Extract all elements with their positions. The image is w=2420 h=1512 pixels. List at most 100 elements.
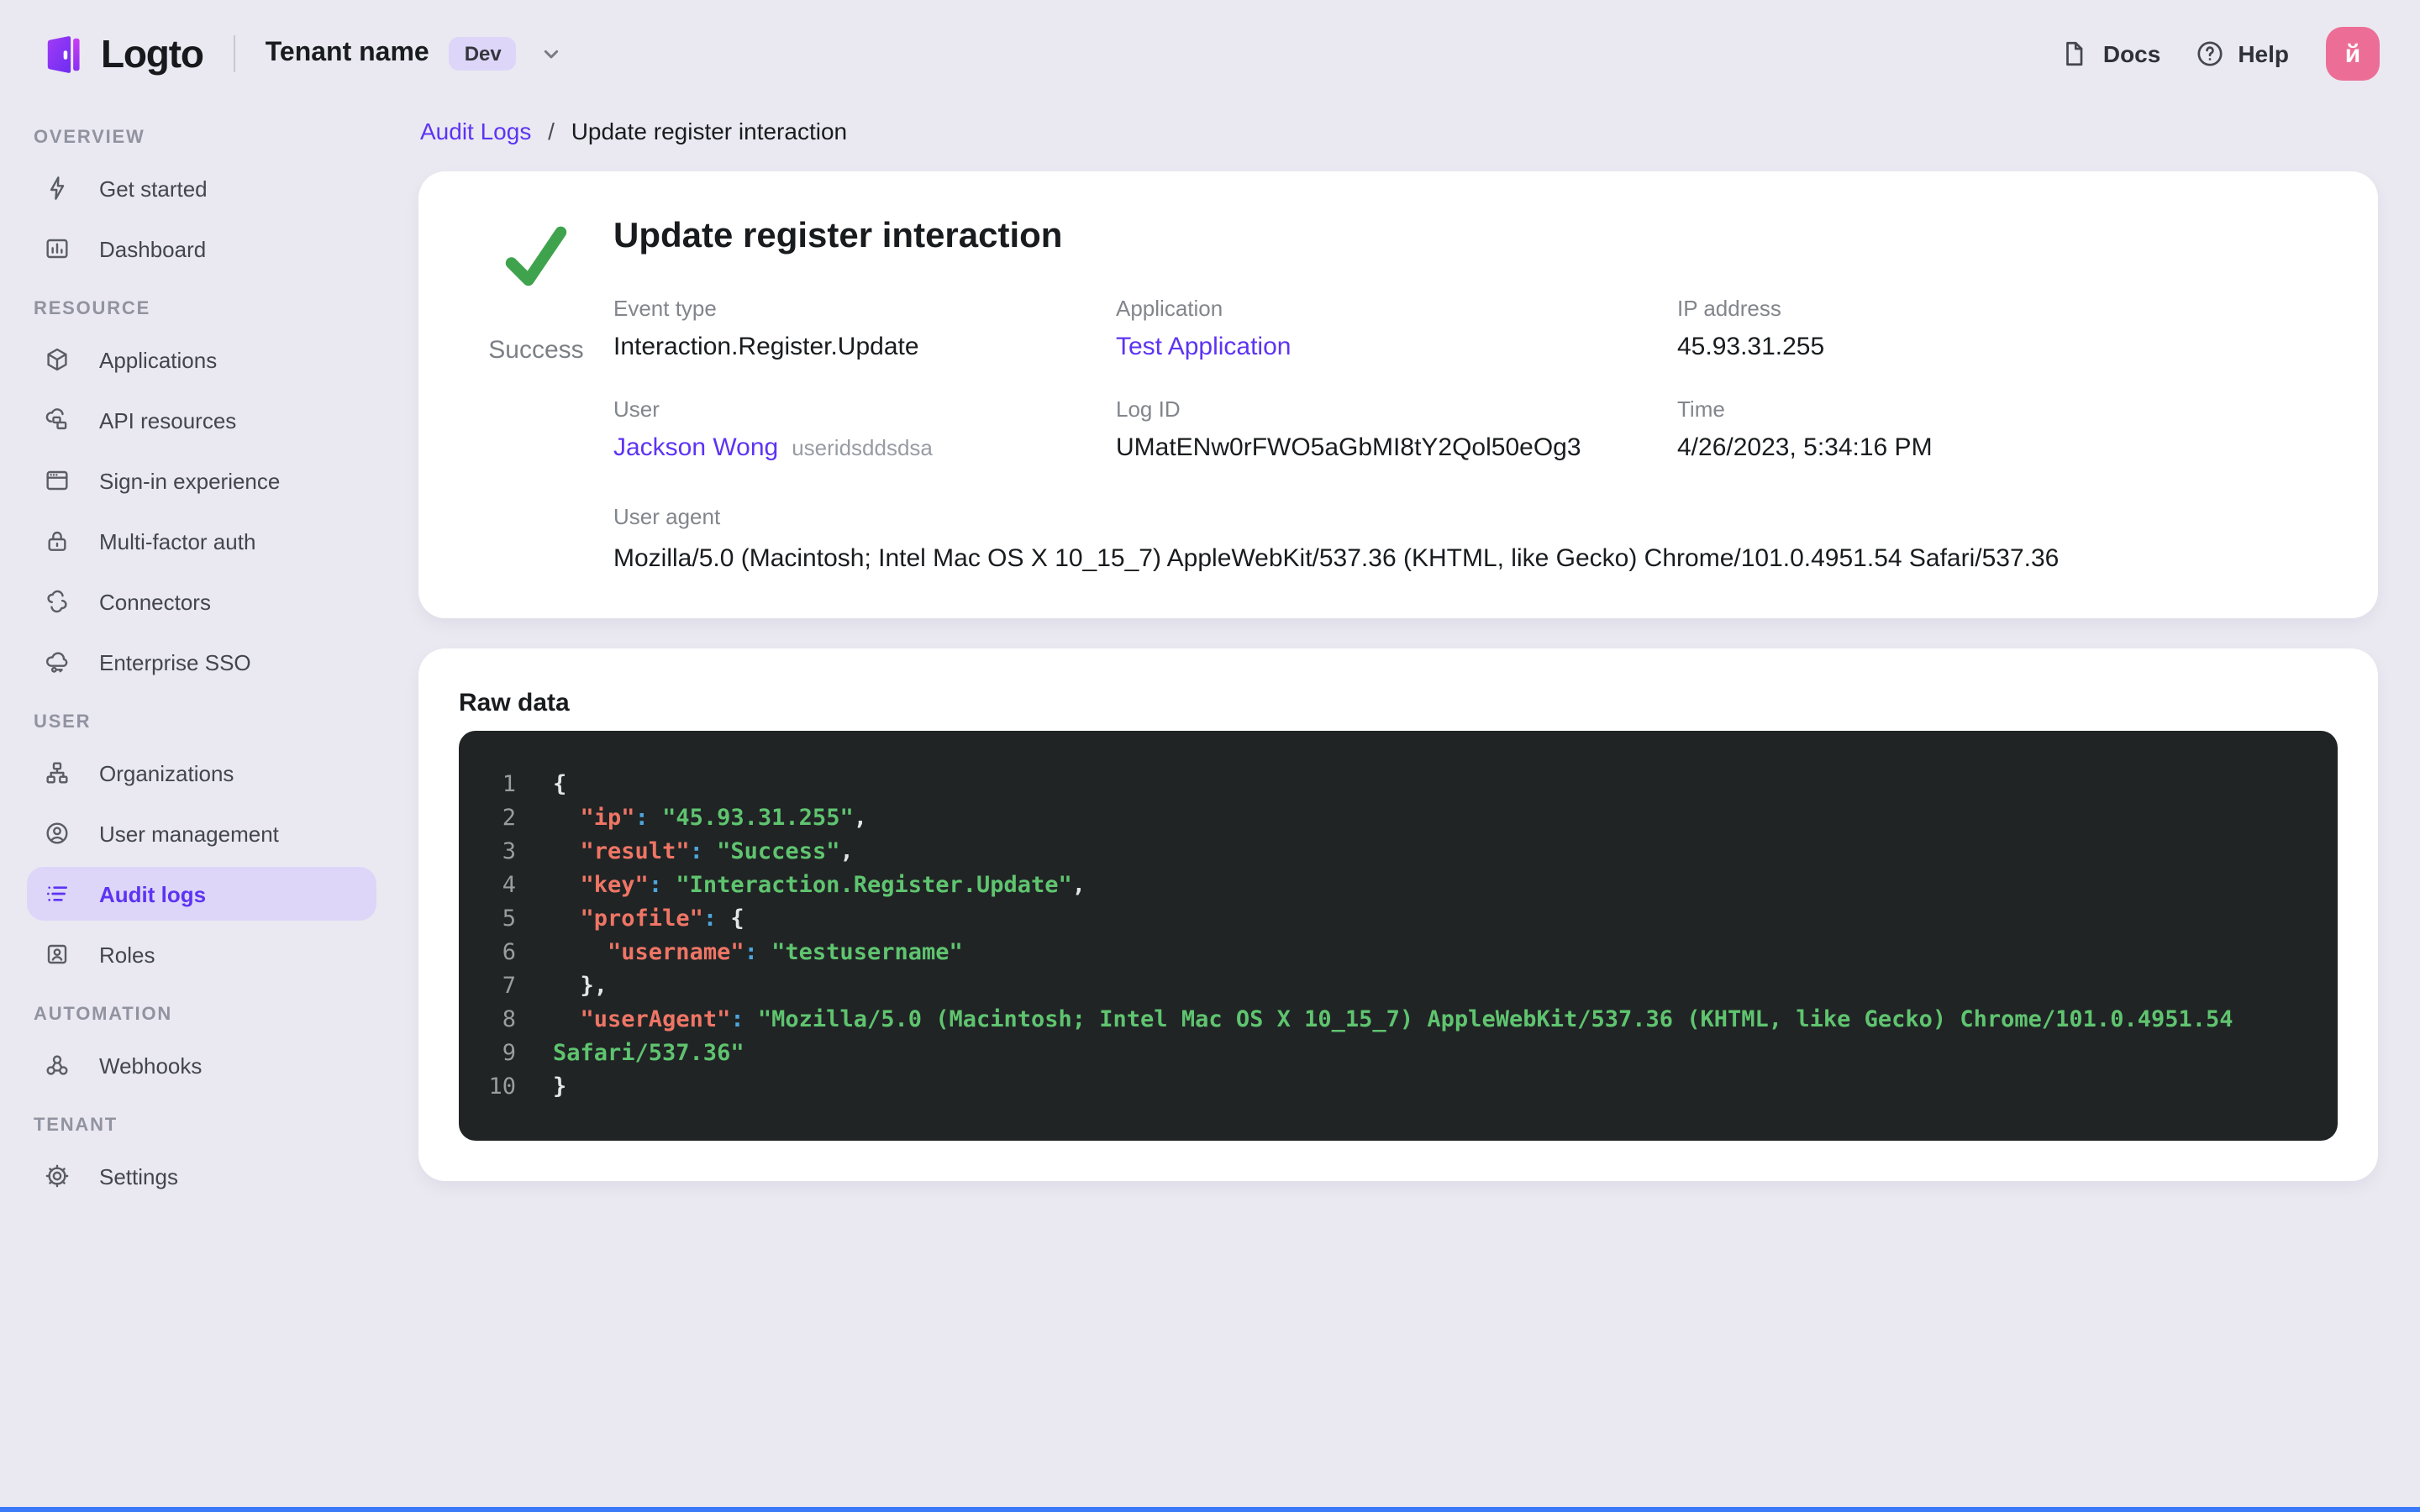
status-badge: Success bbox=[488, 336, 584, 365]
sidebar-item-roles[interactable]: Roles bbox=[27, 927, 376, 981]
docs-button[interactable]: Docs bbox=[2043, 29, 2177, 79]
application-link[interactable]: Test Application bbox=[1116, 333, 1291, 361]
sidebar-item-label: Settings bbox=[99, 1163, 178, 1189]
sidebar-item-multi-factor-auth[interactable]: Multi-factor auth bbox=[27, 514, 376, 568]
user-circle-icon bbox=[44, 820, 71, 847]
sidebar-item-label: Roles bbox=[99, 942, 155, 967]
line-number: 4 bbox=[502, 872, 516, 899]
sidebar-item-audit-logs[interactable]: Audit logs bbox=[27, 867, 376, 921]
code-content: "key": "Interaction.Register.Update", bbox=[580, 872, 1086, 899]
header-divider bbox=[233, 35, 235, 72]
user-link[interactable]: Jackson Wong bbox=[613, 433, 778, 462]
code-lines: 1 {2 "ip": "45.93.31.255", 3 "result": "Su… bbox=[479, 768, 2304, 1104]
raw-data-card: Raw data 1 {2 "ip": "45.93.31.255", 3 "res… bbox=[418, 648, 2378, 1181]
line-number: 10 bbox=[488, 1074, 516, 1100]
sidebar-item-applications[interactable]: Applications bbox=[27, 333, 376, 386]
code-content: } bbox=[553, 1074, 567, 1100]
sidebar-item-label: Connectors bbox=[99, 589, 211, 614]
sidebar-item-label: Webhooks bbox=[99, 1053, 203, 1078]
code-line: 3 "result": "Success", bbox=[479, 835, 2304, 869]
line-number: 9 bbox=[502, 1040, 516, 1067]
field-user: User Jackson Wong useridsddsdsa bbox=[613, 396, 1116, 464]
code-content: "ip": "45.93.31.255", bbox=[580, 805, 867, 832]
breadcrumb: Audit Logs / Update register interaction bbox=[420, 114, 2378, 148]
org-chart-icon bbox=[44, 759, 71, 786]
success-check-icon bbox=[505, 226, 567, 286]
field-ip-address: IP address 45.93.31.255 bbox=[1677, 296, 2338, 363]
help-label: Help bbox=[2238, 40, 2289, 67]
field-value: UMatENw0rFWO5aGbMI8tY2Qol50eOg3 bbox=[1116, 433, 1581, 462]
user-id-suffix: useridsddsdsa bbox=[792, 435, 933, 460]
sidebar-item-webhooks[interactable]: Webhooks bbox=[27, 1038, 376, 1092]
sidebar-item-enterprise-sso[interactable]: Enterprise SSO bbox=[27, 635, 376, 689]
code-line: 4 "key": "Interaction.Register.Update", bbox=[479, 869, 2304, 902]
field-value: 45.93.31.255 bbox=[1677, 333, 1825, 361]
sidebar-item-label: Multi-factor auth bbox=[99, 528, 256, 554]
logto-door-icon bbox=[47, 35, 80, 72]
code-line: 10} bbox=[479, 1070, 2304, 1104]
sidebar-sections: OVERVIEW Get started Dashboard RESOURCE Appl… bbox=[27, 128, 376, 1203]
field-application: Application Test Application bbox=[1116, 296, 1677, 363]
field-user-agent: User agent Mozilla/5.0 (Macintosh; Intel… bbox=[613, 504, 2338, 575]
top-bar: Logto Tenant name Dev Docs Help й bbox=[0, 0, 2420, 108]
field-event-type: Event type Interaction.Register.Update bbox=[613, 296, 1116, 363]
dashboard-icon bbox=[44, 235, 71, 262]
code-line: 8 "userAgent": "Mozilla/5.0 (Macintosh; … bbox=[479, 1003, 2304, 1037]
sidebar-item-user-management[interactable]: User management bbox=[27, 806, 376, 860]
cube-icon bbox=[44, 346, 71, 373]
chevron-down-icon bbox=[544, 50, 559, 59]
line-number: 7 bbox=[502, 973, 516, 1000]
avatar[interactable]: й bbox=[2326, 27, 2380, 81]
sidebar: OVERVIEW Get started Dashboard RESOURCE Appl… bbox=[0, 108, 393, 1512]
browser-icon bbox=[44, 467, 71, 494]
docs-label: Docs bbox=[2102, 40, 2161, 67]
sidebar-section-label-tenant: TENANT bbox=[34, 1116, 118, 1136]
field-label: IP address bbox=[1677, 296, 1781, 321]
field-label: Event type bbox=[613, 296, 717, 321]
audit-list-icon bbox=[44, 880, 71, 907]
help-button[interactable]: Help bbox=[2177, 29, 2306, 79]
line-number: 6 bbox=[502, 939, 516, 966]
line-number: 1 bbox=[502, 771, 516, 798]
sidebar-section-label-resource: RESOURCE bbox=[34, 299, 151, 319]
line-number: 2 bbox=[502, 805, 516, 832]
avatar-letter: й bbox=[2344, 39, 2361, 68]
code-content: "profile": { bbox=[580, 906, 744, 932]
sidebar-item-get-started[interactable]: Get started bbox=[27, 161, 376, 215]
event-detail-card: Success Update register interaction Even… bbox=[418, 171, 2378, 618]
sidebar-item-api-resources[interactable]: API resources bbox=[27, 393, 376, 447]
line-number: 5 bbox=[502, 906, 516, 932]
code-content: "result": "Success", bbox=[580, 838, 854, 865]
bottom-edge-strip bbox=[0, 1507, 2420, 1512]
raw-data-title: Raw data bbox=[459, 689, 570, 717]
sidebar-item-label: Sign-in experience bbox=[99, 468, 281, 493]
breadcrumb-link-audit-logs[interactable]: Audit Logs bbox=[420, 118, 531, 144]
sidebar-section-label-automation: AUTOMATION bbox=[34, 1005, 173, 1025]
sidebar-item-organizations[interactable]: Organizations bbox=[27, 746, 376, 800]
tenant-selector[interactable]: Tenant name Dev bbox=[266, 37, 566, 71]
code-line: 6 "username": "testusername" bbox=[479, 936, 2304, 969]
sidebar-item-label: Organizations bbox=[99, 760, 234, 785]
lightning-icon bbox=[44, 175, 71, 202]
sidebar-item-label: Dashboard bbox=[99, 236, 207, 261]
fields-grid: Event type Interaction.Register.Update A… bbox=[613, 296, 2338, 464]
field-value: Mozilla/5.0 (Macintosh; Intel Mac OS X 1… bbox=[613, 544, 2060, 573]
sidebar-item-label: Get started bbox=[99, 176, 208, 201]
field-label: Application bbox=[1116, 296, 1223, 321]
code-content: "username": "testusername" bbox=[608, 939, 963, 966]
tenant-name: Tenant name bbox=[265, 39, 429, 67]
lock-icon bbox=[44, 528, 71, 554]
code-content: { bbox=[553, 771, 567, 798]
sidebar-item-dashboard[interactable]: Dashboard bbox=[27, 222, 376, 276]
app-window: Logto Tenant name Dev Docs Help й OVERVI… bbox=[0, 0, 2420, 1512]
status-column: Success bbox=[459, 215, 613, 575]
sidebar-item-settings[interactable]: Settings bbox=[27, 1149, 376, 1203]
id-badge-icon bbox=[44, 941, 71, 968]
sidebar-item-sign-in-experience[interactable]: Sign-in experience bbox=[27, 454, 376, 507]
sidebar-item-label: Applications bbox=[99, 347, 218, 372]
sidebar-section-label-user: USER bbox=[34, 712, 92, 732]
field-time: Time 4/26/2023, 5:34:16 PM bbox=[1677, 396, 2338, 464]
line-number: 3 bbox=[502, 838, 516, 865]
event-info: Update register interaction Event type I… bbox=[613, 215, 2338, 575]
sidebar-item-connectors[interactable]: Connectors bbox=[27, 575, 376, 628]
